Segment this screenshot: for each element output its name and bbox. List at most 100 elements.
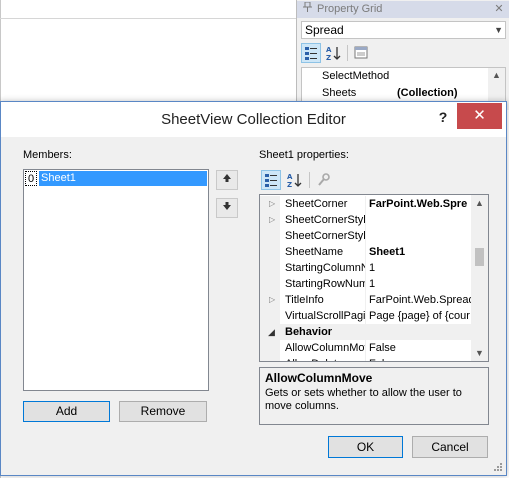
close-button[interactable]: ✕ — [457, 103, 502, 129]
expand-icon[interactable]: ◢ — [268, 324, 275, 340]
property-row[interactable]: SheetName Sheet1 — [260, 244, 471, 260]
property-row[interactable]: SelectMethod — [302, 68, 487, 85]
column-divider[interactable] — [365, 228, 366, 244]
ok-button[interactable]: OK — [328, 436, 403, 458]
toolbar-separator — [309, 172, 310, 188]
chevron-down-icon: ▼ — [494, 25, 503, 35]
alphabetical-button[interactable]: AZ — [323, 43, 343, 63]
property-pages-icon — [354, 46, 368, 59]
column-divider[interactable] — [365, 340, 366, 356]
property-value[interactable]: 1 — [369, 276, 471, 292]
property-row[interactable]: ▷ TitleInfo FarPoint.Web.Spread — [260, 292, 471, 308]
column-divider[interactable] — [365, 356, 366, 361]
property-pages-button[interactable] — [314, 170, 334, 190]
column-divider[interactable] — [365, 196, 366, 212]
help-button[interactable]: ? — [431, 109, 455, 125]
arrow-down-icon — [223, 202, 231, 210]
svg-text:A: A — [326, 46, 332, 54]
property-grid-titlebar: Property Grid ✕ — [297, 1, 509, 18]
row-gutter — [260, 260, 280, 276]
properties-toolbar: AZ — [259, 170, 489, 192]
move-up-button[interactable] — [216, 170, 238, 190]
property-row[interactable]: Sheets (Collection) — [302, 85, 487, 102]
cancel-button[interactable]: Cancel — [412, 436, 488, 458]
property-value[interactable]: FarPoint.Web.Spread — [369, 292, 471, 308]
property-value[interactable]: Page {page} of {cour — [369, 308, 471, 324]
column-divider[interactable] — [365, 244, 366, 260]
move-down-button[interactable] — [216, 198, 238, 218]
property-value[interactable]: FarPoint.Web.Spre — [369, 196, 471, 212]
property-name: TitleInfo — [285, 294, 324, 306]
property-row[interactable]: AllowDelete False — [260, 356, 471, 361]
alphabetical-button[interactable]: AZ — [284, 170, 304, 190]
expand-icon[interactable]: ▷ — [269, 212, 275, 228]
categorized-icon — [305, 47, 317, 60]
property-value[interactable]: 1 — [369, 260, 471, 276]
row-gutter — [260, 244, 280, 260]
object-selector-combo[interactable]: Spread ▼ — [301, 21, 506, 39]
expand-icon[interactable]: ▷ — [269, 196, 275, 212]
property-value[interactable]: False — [369, 356, 471, 361]
property-name: SheetName — [285, 246, 344, 258]
scroll-down-icon[interactable]: ▼ — [475, 348, 484, 358]
property-row[interactable]: StartingRowNum 1 — [260, 276, 471, 292]
members-label: Members: — [23, 149, 72, 161]
svg-text:Z: Z — [287, 181, 292, 189]
property-grid-toolbar: AZ — [301, 43, 506, 63]
property-row[interactable]: ▷ SheetCornerStyle — [260, 212, 471, 228]
remove-button[interactable]: Remove — [119, 401, 207, 422]
row-gutter — [260, 276, 280, 292]
property-name: AllowDelete — [285, 356, 365, 361]
property-description-panel: AllowColumnMove Gets or sets whether to … — [259, 367, 489, 425]
property-row[interactable]: ▷ SheetCorner FarPoint.Web.Spre — [260, 196, 471, 212]
property-value: (Collection) — [397, 87, 458, 99]
resize-grip-icon[interactable] — [493, 462, 503, 472]
property-name: StartingColumnN — [285, 262, 365, 274]
property-row[interactable]: SheetCornerStyle — [260, 228, 471, 244]
dialog-titlebar: SheetView Collection Editor ? ✕ — [1, 102, 506, 137]
scroll-up-icon[interactable]: ▲ — [492, 70, 501, 80]
property-name: Behavior — [285, 326, 333, 338]
column-divider[interactable] — [365, 260, 366, 276]
wrench-icon — [318, 173, 330, 186]
property-row[interactable]: VirtualScrollPagin Page {page} of {cour — [260, 308, 471, 324]
add-button[interactable]: Add — [23, 401, 110, 422]
column-divider[interactable] — [365, 308, 366, 324]
scroll-up-icon[interactable]: ▲ — [475, 198, 484, 208]
categorized-button[interactable] — [261, 170, 281, 190]
column-divider[interactable] — [365, 212, 366, 228]
property-value[interactable]: Sheet1 — [369, 244, 471, 260]
description-title: AllowColumnMove — [265, 371, 373, 385]
property-grid-panel: Property Grid ✕ Spread ▼ AZ SelectMethod… — [296, 0, 509, 110]
arrow-up-icon — [223, 174, 231, 182]
property-row[interactable]: StartingColumnN 1 — [260, 260, 471, 276]
row-gutter — [260, 340, 280, 356]
property-name: SheetCorner — [285, 198, 348, 210]
scrollbar-thumb[interactable] — [475, 248, 484, 266]
properties-scrollbar[interactable]: ▲ ▼ — [471, 195, 488, 361]
object-selector-value: Spread — [305, 23, 344, 37]
property-category[interactable]: ◢ Behavior — [260, 324, 471, 340]
property-name: SelectMethod — [322, 70, 390, 82]
pin-icon[interactable] — [303, 1, 313, 18]
row-gutter — [260, 308, 280, 324]
property-row[interactable]: AllowColumnMov False — [260, 340, 471, 356]
toolbar-separator — [347, 45, 348, 61]
properties-grid[interactable]: ▷ SheetCorner FarPoint.Web.Spre ▷ SheetCorne… — [259, 194, 489, 362]
property-pages-button[interactable] — [351, 43, 371, 63]
property-name: VirtualScrollPagin — [285, 310, 365, 322]
svg-text:Z: Z — [326, 54, 331, 62]
column-divider[interactable] — [365, 276, 366, 292]
row-gutter — [260, 356, 280, 361]
collection-editor-dialog: SheetView Collection Editor ? ✕ Members:… — [0, 101, 507, 476]
property-name: SheetCornerStyle — [285, 230, 365, 242]
list-item[interactable]: 0 Sheet1 — [25, 171, 207, 186]
close-icon[interactable]: ✕ — [492, 1, 506, 18]
property-name: SheetCornerStyle — [285, 214, 365, 226]
column-divider[interactable] — [365, 292, 366, 308]
svg-text:A: A — [287, 173, 293, 181]
property-value[interactable]: False — [369, 340, 471, 356]
members-list[interactable]: 0 Sheet1 — [23, 169, 209, 391]
expand-icon[interactable]: ▷ — [269, 292, 275, 308]
categorized-button[interactable] — [301, 43, 321, 63]
